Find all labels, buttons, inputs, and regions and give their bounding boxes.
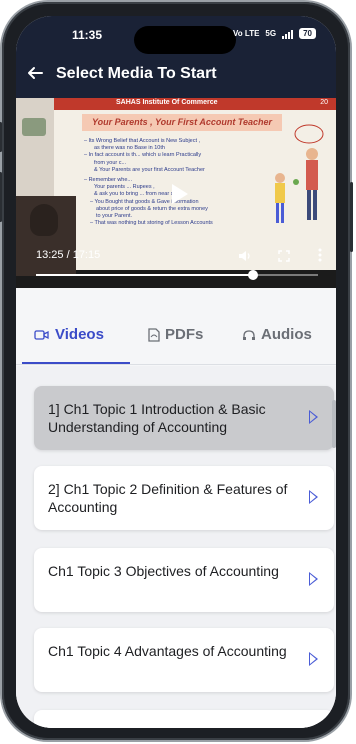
slide-line: as there was no Base in 10th	[94, 145, 165, 152]
signal-icon	[282, 29, 294, 39]
headphones-icon	[243, 329, 255, 340]
slide-text: – Its Wrong Belief that Account is New S…	[84, 138, 254, 227]
thumbnail-image	[22, 118, 46, 136]
play-icon[interactable]	[172, 184, 188, 204]
tab-label: Videos	[55, 326, 104, 343]
tab-pdfs[interactable]: PDFs	[148, 326, 203, 343]
more-options-icon[interactable]	[318, 248, 322, 262]
illustration-figures	[275, 124, 324, 223]
list-item[interactable]: 2] Ch1 Topic 2 Definition & Features of …	[34, 466, 334, 530]
teacher-webcam	[16, 196, 76, 276]
media-tabs: Videos PDFs Audios	[16, 288, 336, 366]
slide-number: 20	[320, 99, 328, 106]
item-title: 2] Ch1 Topic 2 Definition & Features of …	[48, 481, 288, 515]
slide-heading: Your Parents , Your First Account Teache…	[82, 114, 282, 131]
play-item-icon[interactable]	[309, 490, 318, 504]
tab-label: PDFs	[165, 326, 204, 343]
app-screen: 11:35 Vo LTE 5G 70 Select Media To Start	[16, 16, 336, 728]
slide-line: & Your Parents are your first Account Te…	[94, 166, 205, 173]
seek-handle[interactable]	[248, 270, 259, 280]
slide-line: from your c...	[94, 159, 127, 166]
pdf-icon	[148, 327, 160, 342]
volume-icon[interactable]	[238, 250, 252, 262]
lecture-slide: SAHAS Institute Of Commerce 20 Your Pare…	[54, 98, 336, 270]
network-label: Vo LTE	[233, 29, 260, 38]
video-time: 13:25 / 17:15	[36, 249, 101, 261]
list-item[interactable]: Ch1 Topic 4 Advantages of Accounting	[34, 628, 334, 692]
dynamic-island	[134, 26, 236, 54]
signal-label: 5G	[265, 29, 277, 38]
phone-frame: 11:35 Vo LTE 5G 70 Select Media To Start	[0, 2, 353, 740]
slide-line: – That was nothing but storing of Lesson…	[90, 220, 213, 227]
play-item-icon[interactable]	[309, 572, 318, 586]
seek-bar[interactable]	[36, 270, 318, 280]
back-arrow-icon[interactable]	[26, 64, 44, 82]
slide-line: – Its Wrong Belief that Account is New S…	[84, 138, 201, 144]
tab-label: Audios	[261, 326, 312, 343]
battery-icon: 70	[299, 28, 316, 39]
app-header: 11:35 Vo LTE 5G 70 Select Media To Start	[16, 16, 336, 98]
page-title: Select Media To Start	[56, 65, 217, 82]
status-indicators: Vo LTE 5G 70	[233, 28, 316, 39]
volume-button	[0, 172, 2, 222]
teacher-silhouette	[30, 204, 58, 236]
slide-line: Your parents ... Rupees ,	[94, 184, 155, 191]
play-item-icon[interactable]	[309, 410, 318, 424]
play-item-icon[interactable]	[309, 652, 318, 666]
tabs-divider	[16, 364, 336, 365]
video-player[interactable]: SAHAS Institute Of Commerce 20 Your Pare…	[16, 98, 336, 288]
list-item[interactable]: Ch1 Topic 3 Objectives of Accounting	[34, 548, 334, 612]
tab-audios[interactable]: Audios	[242, 326, 312, 343]
side-button	[0, 122, 2, 152]
item-title: Ch1 Topic 4 Advantages of Accounting	[48, 643, 287, 659]
slide-institute: SAHAS Institute Of Commerce	[116, 99, 218, 106]
slide-line: – Remember whe...	[84, 177, 132, 184]
video-list: 1] Ch1 Topic 1 Introduction & Basic Unde…	[16, 366, 336, 728]
video-icon	[34, 329, 49, 340]
list-scrollbar[interactable]	[332, 400, 336, 448]
slide-line: – You Bought that goods & Gave informati…	[90, 198, 199, 205]
tab-videos[interactable]: Videos	[34, 326, 104, 343]
item-title: 1] Ch1 Topic 1 Introduction & Basic Unde…	[48, 401, 266, 435]
slide-line: & ask you to bring ... from near shop	[94, 191, 183, 198]
list-item-partial[interactable]	[34, 710, 334, 728]
seek-progress	[36, 274, 254, 276]
video-side-panel	[16, 98, 54, 196]
slide-line: – In fact account is th... which u learn…	[84, 152, 202, 159]
fullscreen-icon[interactable]	[278, 250, 290, 262]
item-title: Ch1 Topic 3 Objectives of Accounting	[48, 563, 279, 579]
slide-line: to your Parent.	[96, 213, 133, 220]
status-time: 11:35	[72, 28, 103, 42]
list-item[interactable]: 1] Ch1 Topic 1 Introduction & Basic Unde…	[34, 386, 334, 450]
slide-line: about price of goods & return the extra …	[96, 205, 208, 212]
power-button	[350, 182, 353, 252]
